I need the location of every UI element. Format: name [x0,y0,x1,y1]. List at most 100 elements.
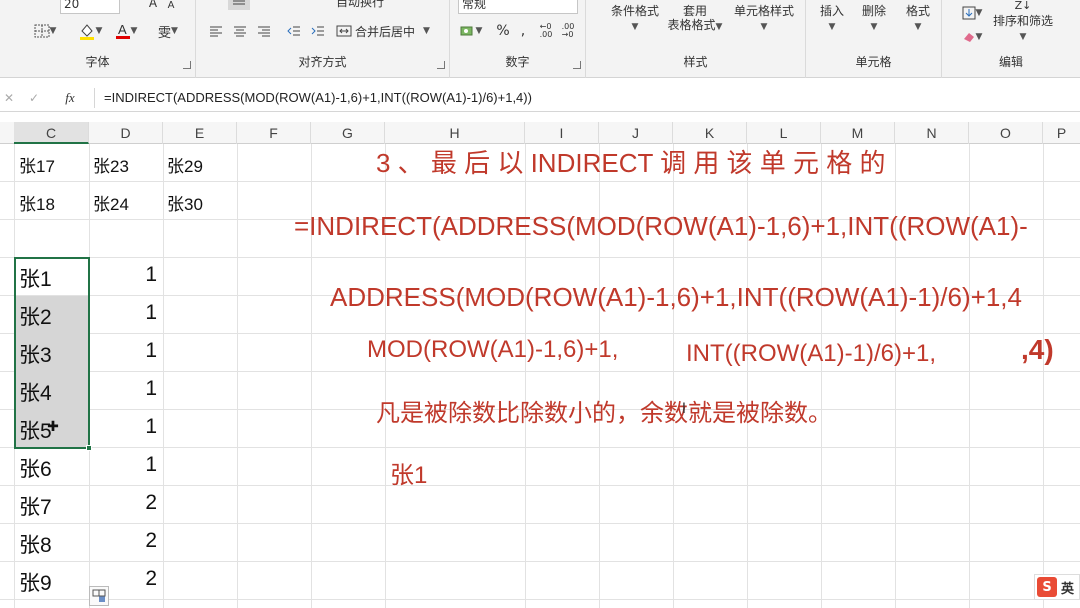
insert-label: 插入 [819,4,844,18]
number-format-value: 常规 [462,0,487,11]
cell-number[interactable]: 1 [89,301,157,325]
gridline [1043,144,1044,608]
fill-down-icon[interactable]: ▼ [958,4,986,22]
cell-d2[interactable]: 张24 [93,190,129,215]
table-format-label-2: 表格格式 [667,18,716,32]
decrease-font-icon[interactable]: A [164,0,178,12]
column-header-g[interactable]: G [311,122,385,144]
font-size-combo[interactable]: 20 [60,0,120,14]
fill-color-icon[interactable]: ▼ [76,20,104,42]
table-format-button[interactable]: 套用 表格格式▼ [664,2,726,34]
cell-number[interactable]: 1 [89,453,157,477]
align-center-icon[interactable] [230,22,250,40]
cell-number[interactable]: 2 [89,529,157,553]
percent-button[interactable]: % [494,22,512,40]
insert-button[interactable]: 插入 ▼ [812,2,852,34]
column-header-k[interactable]: K [673,122,747,144]
sort-filter-button[interactable]: Z↓ 排序和筛选 ▼ [990,0,1056,44]
sogou-logo-icon: S [1037,577,1057,597]
column-header-n[interactable]: N [895,122,969,144]
cell-name[interactable]: 张3 [19,339,52,369]
enter-icon[interactable]: ✓ [26,89,42,107]
cell-name[interactable]: 张8 [19,529,52,559]
number-dialog-launcher[interactable] [573,61,581,69]
cell-number[interactable]: 2 [89,491,157,515]
column-header-j[interactable]: J [599,122,673,144]
cell-styles-label: 单元格样式 [733,4,794,18]
formula-input[interactable]: =INDIRECT(ADDRESS(MOD(ROW(A1)-1,6)+1,INT… [104,90,532,105]
comma-button[interactable]: , [516,22,530,40]
cell-c2[interactable]: 张18 [19,190,55,215]
annotation-formula-mod: MOD(ROW(A1)-1,6)+1, [367,336,619,363]
fill-handle[interactable] [86,445,92,451]
cell-name[interactable]: 张2 [19,301,52,331]
cell-number[interactable]: 1 [89,339,157,363]
column-header-i[interactable]: I [525,122,599,144]
cell-number[interactable]: 1 [89,377,157,401]
clear-icon[interactable]: ▼ [958,28,986,46]
column-header-f[interactable]: F [237,122,311,144]
merge-center-button[interactable]: 合并后居中 ▼ [336,22,430,40]
column-header-o[interactable]: O [969,122,1043,144]
cell-c1[interactable]: 张17 [19,152,55,177]
alignment-dialog-launcher[interactable] [437,61,445,69]
gridline [0,599,1080,600]
decrease-indent-icon[interactable] [284,22,304,40]
cell-number[interactable]: 1 [89,415,157,439]
cell-name[interactable]: 张7 [19,491,52,521]
cell-name[interactable]: 张1 [19,263,52,293]
ime-language-label: 英 [1061,581,1075,597]
delete-button[interactable]: 删除 ▼ [854,2,894,34]
conditional-format-button[interactable]: 条件格式 ▼ [606,2,664,34]
gridline [0,485,1080,486]
cell-name[interactable]: 张4 [19,377,52,407]
number-format-combo[interactable]: 常规 [458,0,578,14]
cell-e1[interactable]: 张29 [167,152,203,177]
increase-font-icon[interactable]: A [146,0,160,10]
cell-name[interactable]: 张9 [19,567,52,597]
column-header-p[interactable]: P [1043,122,1080,144]
increase-indent-icon[interactable] [308,22,328,40]
align-right-icon[interactable] [254,22,274,40]
annotation-formula-address: ADDRESS(MOD(ROW(A1)-1,6)+1,INT((ROW(A1)-… [330,282,1022,312]
ime-indicator[interactable]: S 英 [1034,574,1080,600]
align-middle-icon[interactable] [228,0,250,10]
phonetic-icon[interactable]: 雯 ▼ [152,20,184,42]
gridline [0,333,1080,334]
font-color-icon[interactable]: A ▼ [110,20,142,42]
insert-function-icon[interactable]: fx [60,89,80,107]
column-header-d[interactable]: D [89,122,163,144]
align-left-icon[interactable] [206,22,226,40]
cell-d1[interactable]: 张23 [93,152,129,177]
column-header-h[interactable]: H [385,122,525,144]
paste-options-icon[interactable] [89,586,109,606]
delete-label: 删除 [861,4,886,18]
cell-number[interactable]: 1 [89,263,157,287]
border-icon[interactable]: ▼ [32,22,58,40]
gridline [0,523,1080,524]
wrap-text-button[interactable]: 自动换行 [336,0,384,9]
cell-name[interactable]: 张6 [19,453,52,483]
cell-e2[interactable]: 张30 [167,190,203,215]
formula-bar: ✕ ✓ fx =INDIRECT(ADDRESS(MOD(ROW(A1)-1,6… [0,84,1080,112]
text-cursor-icon: I [681,401,687,417]
column-header-l[interactable]: L [747,122,821,144]
accounting-format-icon[interactable]: ▼ [458,22,484,40]
column-header-m[interactable]: M [821,122,895,144]
cells-group-label: 单元格 [855,55,892,69]
cancel-icon[interactable]: ✕ [2,89,16,107]
sort-filter-label: 排序和筛选 [992,14,1053,28]
gridline [0,561,1080,562]
conditional-format-label: 条件格式 [610,4,659,18]
increase-decimal-icon[interactable]: ←0.00 [536,22,556,40]
percent-label: % [496,23,510,39]
font-dialog-launcher[interactable] [183,61,191,69]
annotation-step-title: 3 、 最 后 以 INDIRECT 调 用 该 单 元 格 的 [376,148,886,178]
format-button[interactable]: 格式 ▼ [898,2,938,34]
decrease-decimal-icon[interactable]: .00 →0 [558,22,578,40]
column-header-c[interactable]: C [14,122,89,144]
annotation-result: 张1 [390,462,428,489]
cell-styles-button[interactable]: 单元格样式 ▼ [726,2,802,34]
annotation-formula-full: =INDIRECT(ADDRESS(MOD(ROW(A1)-1,6)+1,INT… [294,211,1028,241]
column-header-e[interactable]: E [163,122,237,144]
